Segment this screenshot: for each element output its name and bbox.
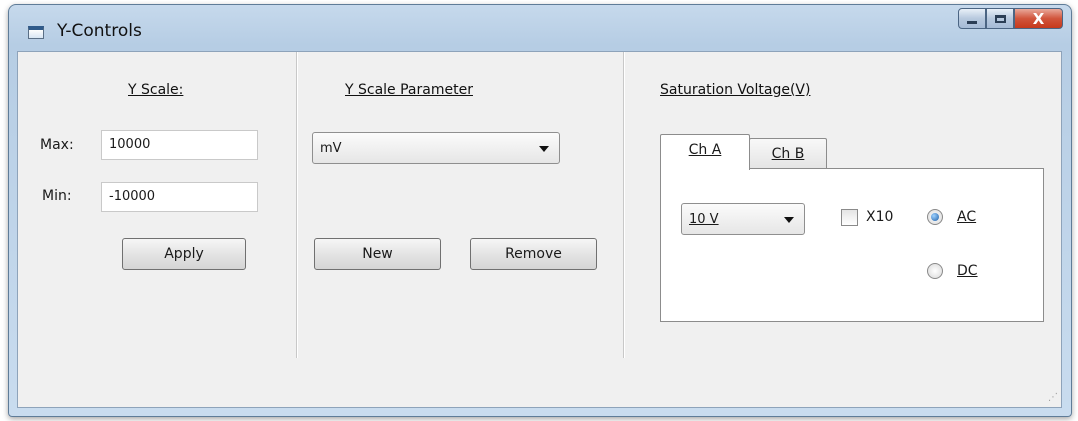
y-scale-unit-dropdown[interactable]: mV bbox=[312, 132, 560, 164]
section-divider bbox=[296, 52, 298, 358]
maximize-button[interactable] bbox=[986, 8, 1014, 29]
min-input[interactable]: -10000 bbox=[101, 182, 258, 212]
section-divider bbox=[623, 52, 625, 358]
ch-a-panel: 10 V X10 AC DC bbox=[660, 168, 1044, 322]
resize-grip-icon[interactable]: ⋰ bbox=[1048, 392, 1058, 403]
saturation-voltage-heading: Saturation Voltage(V) bbox=[660, 82, 811, 98]
tab-ch-a[interactable]: Ch A bbox=[660, 134, 750, 170]
tab-ch-b[interactable]: Ch B bbox=[749, 138, 827, 172]
max-label: Max: bbox=[40, 137, 74, 153]
remove-button[interactable]: Remove bbox=[470, 238, 597, 270]
y-controls-window: Y-Controls X Y Scale: Max: 10000 Min: -1… bbox=[8, 4, 1072, 417]
x10-label: X10 bbox=[866, 209, 894, 225]
close-button[interactable]: X bbox=[1014, 8, 1063, 29]
max-input[interactable]: 10000 bbox=[101, 130, 258, 160]
dc-radio[interactable] bbox=[927, 263, 943, 279]
window-controls: X bbox=[958, 8, 1063, 30]
minimize-icon bbox=[967, 20, 977, 24]
ac-radio[interactable] bbox=[927, 209, 943, 225]
close-icon: X bbox=[1032, 9, 1045, 28]
min-label: Min: bbox=[42, 188, 72, 204]
app-icon bbox=[28, 26, 44, 39]
maximize-icon bbox=[994, 14, 1006, 23]
apply-button[interactable]: Apply bbox=[122, 238, 246, 270]
dc-label: DC bbox=[957, 263, 978, 279]
voltage-value: 10 V bbox=[689, 212, 719, 227]
chevron-down-icon bbox=[784, 217, 794, 223]
client-area: Y Scale: Max: 10000 Min: -10000 Apply Y … bbox=[17, 51, 1062, 408]
y-scale-heading: Y Scale: bbox=[128, 82, 184, 98]
title-bar[interactable]: Y-Controls X bbox=[9, 5, 1071, 51]
y-scale-parameter-heading: Y Scale Parameter bbox=[345, 82, 473, 98]
ac-label: AC bbox=[957, 209, 977, 225]
voltage-dropdown[interactable]: 10 V bbox=[681, 203, 805, 235]
chevron-down-icon bbox=[539, 146, 549, 152]
window-title: Y-Controls bbox=[57, 21, 142, 41]
y-scale-unit-value: mV bbox=[320, 141, 342, 156]
x10-checkbox[interactable] bbox=[841, 209, 858, 226]
minimize-button[interactable] bbox=[958, 8, 986, 29]
new-button[interactable]: New bbox=[314, 238, 441, 270]
